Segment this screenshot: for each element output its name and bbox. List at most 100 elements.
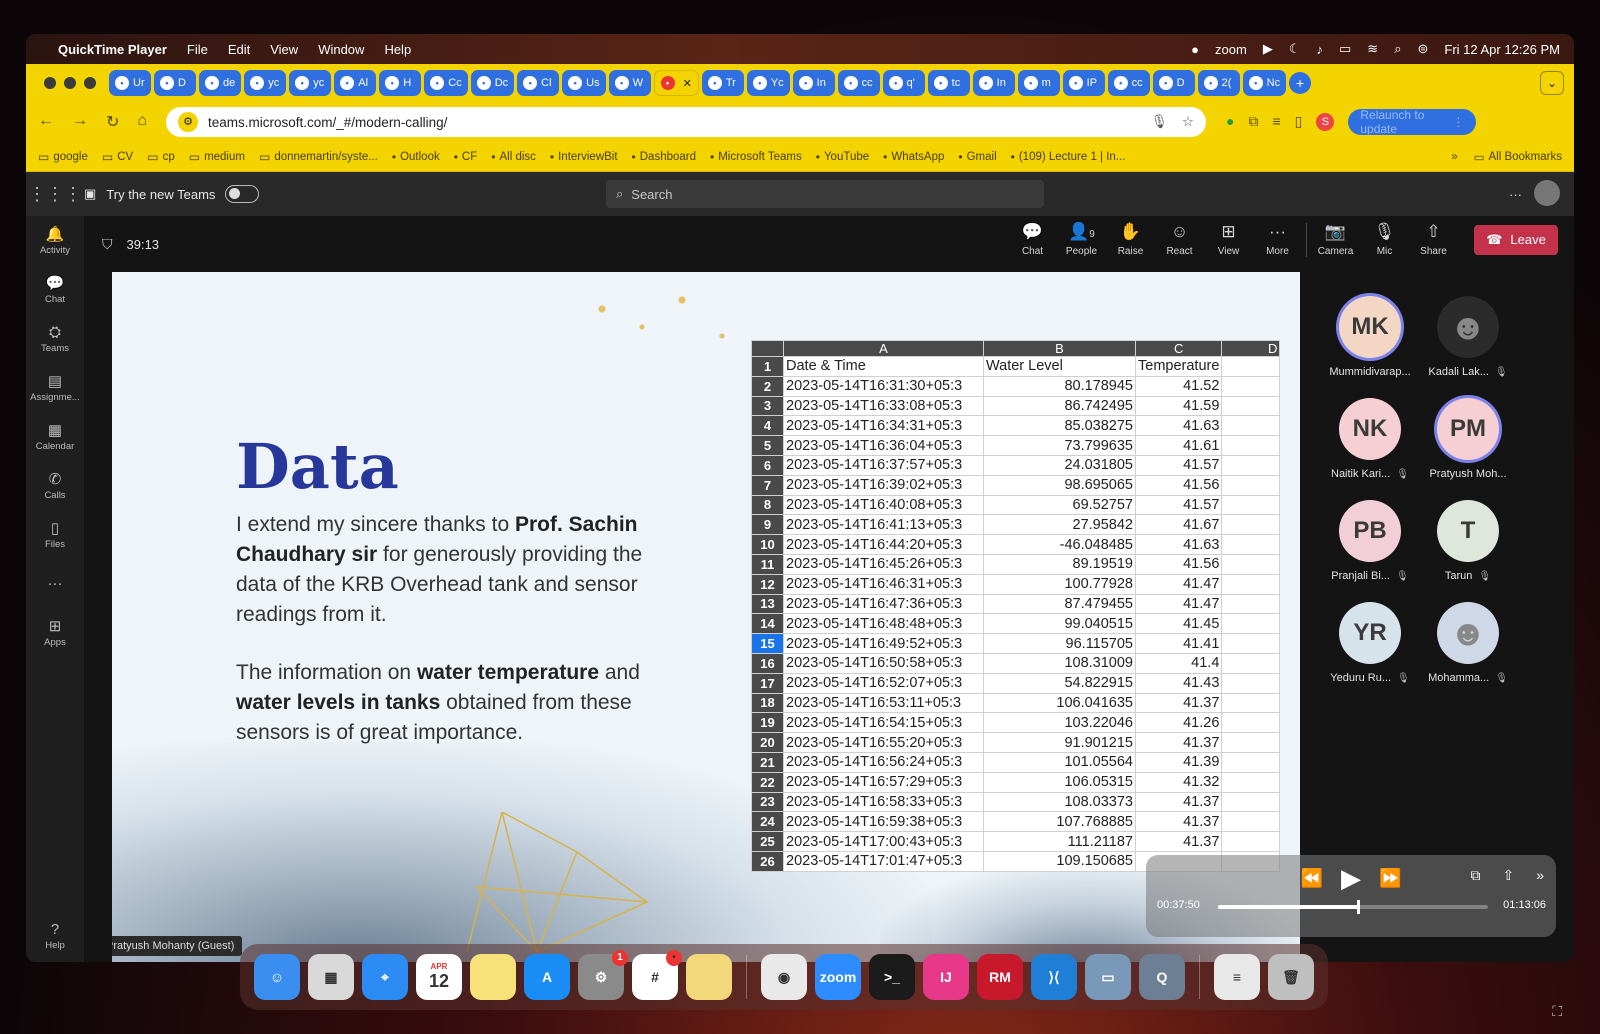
sheet-cell[interactable] — [1221, 633, 1281, 654]
sheet-cell[interactable]: 2023-05-14T16:58:33+05:3 — [783, 791, 984, 813]
sheet-cell[interactable]: 2023-05-14T17:01:47+05:3 — [783, 850, 984, 872]
sheet-cell[interactable] — [1221, 435, 1281, 456]
row-number[interactable]: 19 — [751, 712, 784, 734]
sheet-cell[interactable]: 108.03373 — [983, 791, 1136, 813]
play-status-icon[interactable]: ▶ — [1263, 41, 1273, 57]
row-number[interactable]: 23 — [751, 791, 784, 813]
wifi-icon[interactable]: ≋ — [1367, 41, 1378, 57]
dock-system-settings-icon[interactable]: ⚙ 1 — [578, 950, 628, 1000]
bookmark-item[interactable]: • Dashboard — [632, 150, 696, 164]
sheet-cell[interactable] — [1221, 672, 1281, 694]
sheet-cell[interactable]: 80.178945 — [983, 375, 1136, 397]
browser-tab[interactable]: • Tr — [701, 70, 744, 96]
row-number[interactable]: 26 — [751, 850, 784, 872]
scrubber-handle[interactable] — [1357, 900, 1360, 914]
participant-tile[interactable]: PM Pratyush Moh... — [1420, 398, 1516, 480]
tab-search-button[interactable]: ⌄ — [1540, 71, 1564, 95]
browser-tab[interactable]: • In — [972, 70, 1015, 96]
dock-slack-icon[interactable]: # • — [632, 950, 682, 1000]
row-number[interactable]: 20 — [751, 732, 784, 753]
participant-tile[interactable]: NK Naitik Kari... 🎙 — [1322, 398, 1418, 480]
bookmark-item[interactable]: • Gmail — [958, 150, 996, 164]
sheet-cell[interactable]: 41.41 — [1134, 633, 1223, 654]
url-text[interactable]: teams.microsoft.com/_#/modern-calling/ — [208, 115, 447, 130]
sheet-cell[interactable]: 86.742495 — [983, 395, 1136, 417]
media-icon[interactable]: ≡ — [1272, 113, 1280, 131]
row-number[interactable]: 12 — [751, 573, 784, 595]
rail-item-files[interactable]: ▯ Files — [26, 510, 84, 559]
battery-icon[interactable]: ▭ — [1339, 41, 1351, 57]
play-icon[interactable]: ▶ — [1341, 863, 1361, 894]
browser-tab[interactable]: • W — [608, 70, 651, 96]
browser-tab[interactable]: • cc — [837, 70, 880, 96]
sheet-cell[interactable]: 2023-05-14T16:50:58+05:3 — [783, 652, 984, 674]
sheet-cell[interactable]: 2023-05-14T16:41:13+05:3 — [783, 514, 984, 536]
browser-tab[interactable]: • 2( — [1197, 70, 1240, 96]
sheet-cell[interactable]: 89.19519 — [983, 553, 1136, 575]
sheet-cell[interactable] — [1221, 553, 1281, 575]
row-number[interactable]: 4 — [751, 415, 784, 437]
sheet-cell[interactable]: 2023-05-14T16:40:08+05:3 — [783, 494, 984, 516]
sheet-cell[interactable]: 99.040515 — [983, 613, 1136, 635]
bookmark-item[interactable]: • WhatsApp — [883, 150, 944, 164]
sheet-cell[interactable]: 41.67 — [1134, 514, 1223, 536]
share-export-icon[interactable]: ⇧ — [1502, 867, 1514, 884]
sheet-cell[interactable]: 91.901215 — [983, 732, 1136, 753]
browser-tab[interactable]: • ✕ — [653, 70, 699, 96]
menu-view[interactable]: View — [270, 42, 298, 57]
bookmark-item[interactable]: • YouTube — [816, 150, 869, 164]
sheet-cell[interactable]: 2023-05-14T16:45:26+05:3 — [783, 553, 984, 575]
camera-button[interactable]: 📷 Camera — [1311, 222, 1360, 257]
mute-icon[interactable]: ♪ — [1316, 42, 1323, 57]
dock-quicktime-icon[interactable]: Q — [1139, 954, 1185, 1000]
sheet-cell[interactable]: 41.37 — [1134, 831, 1223, 852]
view-button[interactable]: ⊞ View — [1204, 222, 1253, 257]
sheet-cell[interactable] — [1221, 593, 1281, 615]
sheet-cell[interactable]: 2023-05-14T16:37:57+05:3 — [783, 454, 984, 476]
scrubber-track[interactable] — [1218, 900, 1488, 914]
dock-app-store-icon[interactable]: A — [524, 954, 570, 1000]
sheet-cell[interactable]: 2023-05-14T16:36:04+05:3 — [783, 435, 984, 456]
expand-icon[interactable]: » — [1536, 867, 1544, 884]
sheet-cell[interactable]: 2023-05-14T17:00:43+05:3 — [783, 831, 984, 852]
bookmark-item[interactable]: ▭ google — [38, 150, 88, 164]
picture-in-picture-icon[interactable]: ⧉ — [1470, 867, 1480, 884]
sheet-cell[interactable]: 2023-05-14T16:44:20+05:3 — [783, 534, 984, 555]
sheet-cell[interactable]: 103.22046 — [983, 712, 1136, 734]
close-tab-icon[interactable]: ✕ — [683, 77, 692, 90]
menu-edit[interactable]: Edit — [228, 42, 250, 57]
minimize-window-button[interactable] — [64, 77, 76, 89]
screenshot-icon[interactable]: ⛶ — [1552, 1003, 1562, 1020]
dock-terminal-icon[interactable]: >_ — [869, 954, 915, 1000]
sheet-cell[interactable]: 2023-05-14T16:48:48+05:3 — [783, 613, 984, 635]
fast-forward-icon[interactable]: ⏩ — [1379, 868, 1401, 889]
row-number[interactable]: 17 — [751, 672, 784, 694]
sheet-cell[interactable] — [1221, 375, 1281, 397]
browser-tab[interactable]: • Cl — [517, 70, 560, 96]
participant-tile[interactable]: PB Pranjali Bi... 🎙 — [1322, 500, 1418, 582]
moon-icon[interactable]: ☾ — [1289, 41, 1301, 57]
record-icon[interactable]: ● — [1191, 42, 1199, 57]
sheet-cell[interactable] — [1221, 831, 1281, 852]
browser-tab[interactable]: • Ur — [109, 70, 151, 96]
menubar-clock[interactable]: Fri 12 Apr 12:26 PM — [1444, 42, 1560, 57]
browser-tab[interactable]: • IP — [1062, 70, 1105, 96]
rail-help[interactable]: ? Help — [26, 911, 84, 960]
browser-tab[interactable]: • Al — [334, 70, 377, 96]
row-number[interactable]: 15 — [751, 633, 784, 654]
sheet-cell[interactable]: 2023-05-14T16:34:31+05:3 — [783, 415, 984, 437]
row-number[interactable]: 16 — [751, 652, 784, 674]
back-icon[interactable]: ← — [38, 112, 54, 132]
sheet-cell[interactable]: 2023-05-14T16:33:08+05:3 — [783, 395, 984, 417]
sheet-cell[interactable]: 41.39 — [1134, 751, 1223, 773]
dock-safari-icon[interactable]: ⌖ — [362, 954, 408, 1000]
sheet-cell[interactable]: 106.041635 — [983, 692, 1136, 714]
row-number[interactable]: 24 — [751, 811, 784, 833]
sheet-cell[interactable]: 100.77928 — [983, 573, 1136, 595]
browser-tab[interactable]: • yc — [244, 70, 287, 96]
extension-green-icon[interactable]: ● — [1226, 113, 1234, 131]
sidepanel-icon[interactable]: ▯ — [1295, 113, 1303, 131]
sheet-cell[interactable]: 2023-05-14T16:49:52+05:3 — [783, 633, 984, 654]
participant-tile[interactable]: MK Mummidivarap... — [1322, 296, 1418, 378]
sheet-cell[interactable]: 24.031805 — [983, 454, 1136, 476]
